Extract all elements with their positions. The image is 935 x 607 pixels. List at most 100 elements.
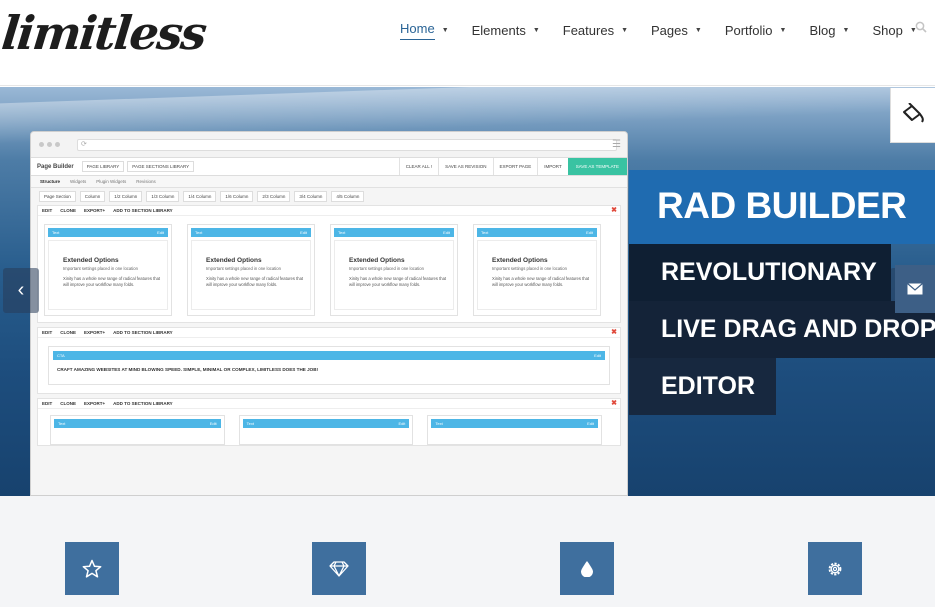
close-icon: ✖ [611,207,617,214]
chevron-left-icon: ‹ [17,279,25,301]
nav-item-portfolio[interactable]: Portfolio ▼ [725,21,787,40]
widget-text: Xinity has a whole new range of radical … [63,276,161,287]
site-header: limitless Home ▼ Elements ▼ Features ▼ Page… [0,0,935,86]
hero-slider: ⟳ ☰ Page Builder PAGE LIBRARY PAGE SECTI… [0,87,935,496]
section-action: ADD TO SECTION LIBRARY [113,401,173,406]
section-action: EDIT [42,401,53,406]
text-widget: Text Edit Extended Options Important setti… [473,224,601,316]
feature-box-diamond[interactable] [312,542,366,595]
feature-box-gear[interactable] [808,542,862,595]
widget-row: Text Edit Text Edit Text Edit [38,409,620,445]
page: limitless Home ▼ Elements ▼ Features ▼ Page… [0,0,935,607]
builder-tab: Revisions [136,179,156,184]
nav-label: Elements [471,23,526,38]
window-dot [47,142,52,147]
widget-edit: Edit [587,421,595,426]
column-button: 1/4 Column [183,190,217,202]
widget-label: CTA [57,353,65,358]
envelope-icon [907,283,923,295]
builder-section: EDIT CLONE EXPORT+ ADD TO SECTION LIBRAR… [37,205,621,323]
logo[interactable]: limitless [0,6,208,60]
column-button: 1/2 Column [109,190,143,202]
widget-header: Text Edit [242,419,410,428]
builder-actions: CLEAR ALL ! SAVE AS REVISION EXPORT PAGE… [398,158,627,175]
widget-edit: Edit [586,230,593,235]
column-button: Column [79,190,106,202]
nav-item-pages[interactable]: Pages ▼ [651,21,702,40]
widget-edit: Edit [398,421,406,426]
features-strip [0,496,935,607]
builder-title: Page Builder [37,163,74,170]
section-action: EXPORT+ [84,208,106,213]
widget-subtitle: Important settings placed in one locatio… [63,266,138,271]
widget-text: Xinity has a whole new range of radical … [206,276,304,287]
hamburger-icon: ☰ [612,139,621,150]
search-icon[interactable] [915,21,927,33]
widget-row: Text Edit Extended Options Important setti… [38,216,620,322]
widget-header: Text Edit [48,228,168,237]
widget-header: Text Edit [334,228,454,237]
section-action: CLONE [60,208,77,213]
builder-button: CLEAR ALL ! [398,158,438,175]
widget-label: Text [338,230,346,235]
column-button: 4/5 Column [331,190,365,202]
text-widget: Text Edit Extended Options Important setti… [44,224,172,316]
widget-label: Text [52,230,60,235]
section-action: CLONE [60,401,77,406]
widget-label: Text [58,421,66,426]
text-widget: Text Edit [50,415,225,445]
widget-text: Xinity has a whole new range of radical … [349,276,447,287]
nav-label: Blog [809,23,836,38]
nav-label: Home [400,21,435,40]
address-bar: ⟳ [77,138,617,151]
builder-toolbar: Page Builder PAGE LIBRARY PAGE SECTIONS … [31,158,627,176]
nav-item-elements[interactable]: Elements ▼ [472,21,540,40]
style-switcher-tab[interactable] [890,88,935,143]
widget-header: Text Edit [431,419,599,428]
nav-item-home[interactable]: Home ▼ [400,19,449,42]
widget-header: Text Edit [191,228,311,237]
nav-label: Features [562,23,615,38]
widget-edit: Edit [300,230,307,235]
nav-item-blog[interactable]: Blog ▼ [809,21,849,40]
builder-tab: Plugin Widgets [96,179,127,184]
close-icon: ✖ [611,400,617,407]
widget-edit: Edit [157,230,164,235]
widget-body: Extended Options Important settings place… [191,240,311,310]
column-button: 2/3 Column [257,190,291,202]
paint-bucket-icon [903,103,924,123]
diamond-icon [329,560,349,577]
chevron-down-icon: ▼ [441,27,449,34]
text-widget: Text Edit Extended Options Important setti… [187,224,315,316]
section-action: ADD TO SECTION LIBRARY [113,208,173,213]
section-actions: EDIT CLONE EXPORT+ ADD TO SECTION LIBRAR… [38,328,620,338]
close-icon: ✖ [611,329,617,336]
section-actions: EDIT CLONE EXPORT+ ADD TO SECTION LIBRAR… [38,206,620,216]
feature-box-star[interactable] [65,542,119,595]
chevron-down-icon: ▼ [621,27,629,34]
contact-side-tab[interactable] [895,265,935,313]
widget-label: Text [195,230,203,235]
nav-item-shop[interactable]: Shop ▼ [872,21,916,40]
builder-tabs: Structure Widgets Plugin Widgets Revisio… [31,176,627,188]
builder-save-button: SAVE AS TEMPLATE [567,158,627,175]
hero-line: EDITOR [629,358,776,415]
nav-label: Shop [872,23,903,38]
nav-item-features[interactable]: Features ▼ [563,21,628,40]
widget-body: Extended Options Important settings place… [48,240,168,310]
column-button: Page Section [39,190,76,202]
section-action: EXPORT+ [84,401,106,406]
chevron-down-icon: ▼ [779,27,787,34]
nav-label: Pages [651,23,688,38]
widget-subtitle: Important settings placed in one locatio… [206,266,281,271]
text-widget: Text Edit [427,415,603,445]
widget-text: Xinity has a whole new range of radical … [492,276,590,287]
widget-header: Text Edit [54,419,221,428]
slider-prev-button[interactable]: ‹ [3,268,39,313]
widget-label: Text [481,230,489,235]
builder-button: SAVE AS REVISION [438,158,492,175]
text-widget: Text Edit Extended Options Important setti… [330,224,458,316]
widget-body: Extended Options Important settings place… [477,240,597,310]
hero-line: REVOLUTIONARY [629,244,891,301]
feature-box-drop[interactable] [560,542,614,595]
